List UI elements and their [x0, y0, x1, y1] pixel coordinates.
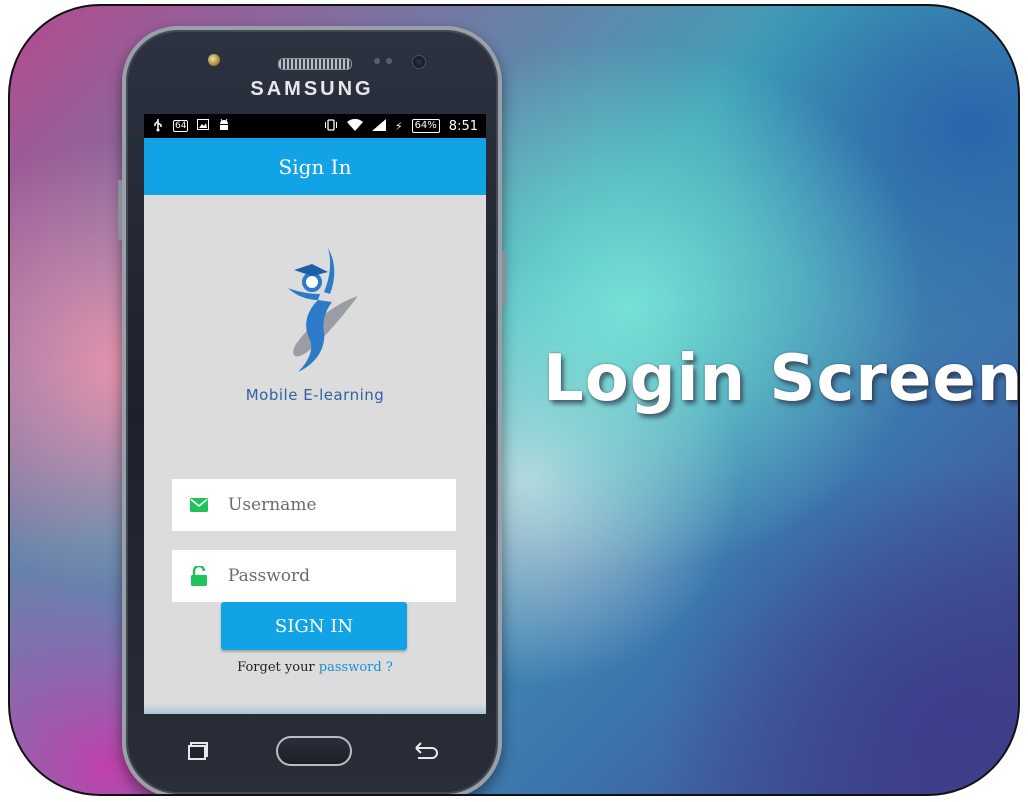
front-camera	[208, 54, 220, 66]
wifi-icon	[346, 118, 363, 134]
status-left: 64	[152, 118, 230, 135]
unlock-icon	[188, 565, 210, 587]
password-input[interactable]	[228, 566, 448, 586]
status-right: ⚡ 64% 8:51	[324, 118, 478, 134]
image-icon	[197, 119, 210, 133]
username-input[interactable]	[228, 495, 448, 515]
forgot-password-row: Forget your password ?	[144, 660, 486, 675]
clock: 8:51	[448, 118, 478, 134]
volume-button	[118, 180, 122, 240]
sd-badge: 64	[173, 120, 189, 132]
app-bar: Sign In	[144, 138, 486, 195]
phone-frame: SAMSUNG 64 ⚡ 64% 8:51 Sign In Mobile E-l…	[118, 26, 506, 794]
battery-level: 64%	[411, 119, 440, 133]
recent-apps-icon[interactable]	[188, 742, 210, 760]
power-button	[502, 250, 506, 306]
sign-in-button[interactable]: SIGN IN	[221, 602, 407, 650]
forgot-password-link[interactable]: password ?	[319, 660, 393, 675]
android-icon	[218, 118, 230, 134]
proximity-sensor	[374, 58, 380, 64]
back-icon[interactable]	[412, 740, 438, 762]
headline: Login Screen	[543, 342, 1020, 416]
signal-icon	[371, 118, 386, 134]
graduate-figure-logo	[288, 248, 358, 372]
light-sensor	[386, 58, 392, 64]
phone-brand: SAMSUNG	[250, 78, 374, 100]
background-card: Login Screen SAMSUNG 64 ⚡ 64% 8:51 Sign …	[8, 4, 1020, 796]
vibrate-icon	[324, 118, 338, 134]
envelope-icon	[188, 494, 210, 516]
app-bar-title: Sign In	[278, 154, 352, 179]
usb-icon	[152, 118, 164, 135]
status-bar: 64 ⚡ 64% 8:51	[144, 114, 486, 138]
logo-caption: Mobile E-learning	[245, 386, 385, 404]
earpiece-speaker	[278, 58, 352, 70]
password-field[interactable]	[172, 550, 456, 602]
charging-icon: ⚡	[394, 119, 403, 133]
home-button[interactable]	[276, 736, 352, 766]
screen-bottom-fade	[144, 704, 486, 714]
forgot-prefix: Forget your	[237, 660, 315, 675]
sensor-camera	[412, 55, 426, 69]
hardware-keys	[126, 730, 498, 780]
username-field[interactable]	[172, 479, 456, 531]
phone-screen: 64 ⚡ 64% 8:51 Sign In Mobile E-learning …	[144, 114, 486, 714]
